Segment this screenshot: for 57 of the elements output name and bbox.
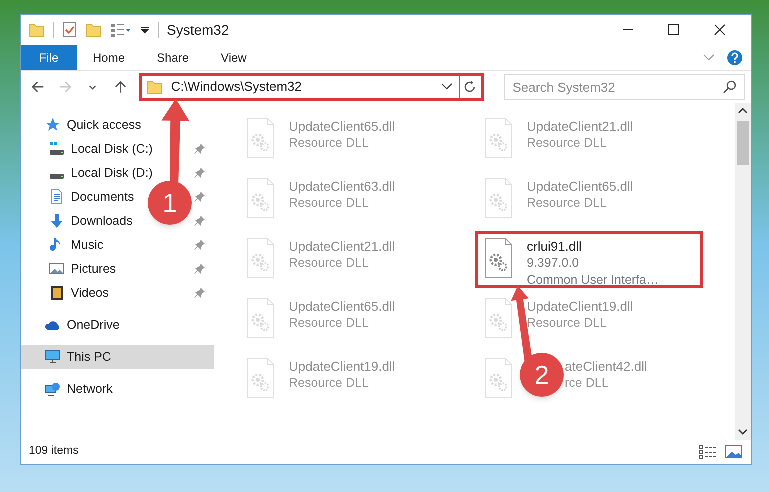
sidebar-item[interactable]: Local Disk (C:)	[71, 140, 153, 158]
sidebar-item[interactable]: OneDrive	[67, 316, 120, 334]
file-detail: Resource DLL	[289, 255, 370, 272]
file-detail: Resource DLL	[289, 195, 370, 212]
search-field[interactable]: Search System32	[504, 74, 745, 100]
file-detail: Resource DLL	[289, 315, 370, 332]
dropdown-caret-icon[interactable]	[440, 83, 453, 91]
monitor-icon	[45, 349, 61, 365]
sidebar-item[interactable]: Local Disk (D:)	[71, 164, 153, 182]
help-icon[interactable]	[727, 50, 743, 66]
search-icon	[723, 80, 737, 94]
scrollbar[interactable]	[735, 103, 751, 440]
picture-icon	[49, 261, 65, 277]
down-arrow-icon	[49, 213, 65, 229]
ribbon-tab[interactable]: View	[205, 45, 263, 70]
sidebar-item[interactable]: Network	[67, 380, 113, 398]
folder-icon	[147, 79, 164, 95]
file-name: crlui91.dll	[527, 238, 583, 255]
drive-icon	[50, 174, 64, 178]
sidebar-item[interactable]: This PC	[21, 345, 214, 369]
customize-caret-icon[interactable]	[140, 25, 150, 35]
file-detail: Resource DLL	[289, 135, 370, 152]
sidebar-item[interactable]: Pictures	[71, 260, 116, 278]
sidebar-item[interactable]: Downloads	[71, 212, 133, 230]
refresh-icon[interactable]	[463, 80, 478, 94]
item-count: 109 items	[29, 444, 79, 460]
file-detail: Resource DLL	[527, 315, 608, 332]
up-arrow-icon[interactable]	[112, 79, 128, 95]
large-icons-view-icon[interactable]	[725, 445, 743, 459]
details-view-icon[interactable]	[699, 445, 717, 459]
back-arrow-icon[interactable]	[30, 79, 46, 95]
ribbon-tab[interactable]: Home	[77, 45, 142, 70]
address-field[interactable]: C:\Windows\System32	[139, 73, 484, 101]
sidebar-item[interactable]: Videos	[71, 284, 109, 302]
expand-ribbon-icon[interactable]	[703, 54, 715, 62]
film-icon	[49, 285, 65, 301]
properties-icon[interactable]	[62, 22, 78, 38]
window-title: System32	[167, 20, 230, 40]
sidebar-item[interactable]: Documents	[71, 188, 134, 206]
file-detail: Resource DLL	[527, 195, 608, 212]
file-detail: Resource DLL	[527, 135, 608, 152]
sidebar-item[interactable]: Quick access	[67, 116, 142, 134]
file-detail: 9.397.0.0	[527, 255, 580, 272]
ribbon-tab[interactable]: Share	[141, 45, 206, 70]
drive-icon	[49, 141, 65, 157]
address-path: C:\Windows\System32	[171, 78, 302, 96]
document-icon	[49, 189, 65, 205]
file-detail: Resource DLL	[289, 375, 370, 392]
scrollbar-thumb[interactable]	[737, 121, 749, 165]
sidebar-item[interactable]: Music	[71, 236, 104, 254]
file-detail: Common User Interfa…	[527, 272, 659, 289]
file-detail: rce DLL	[565, 375, 610, 392]
view-options-icon[interactable]	[110, 22, 132, 38]
file-item[interactable]: crlui91.dll 9.397.0.0 Common User Interfa…	[475, 231, 703, 288]
network-icon	[45, 381, 61, 397]
file-menu-button[interactable]: File	[21, 45, 77, 70]
star-icon	[45, 117, 61, 133]
